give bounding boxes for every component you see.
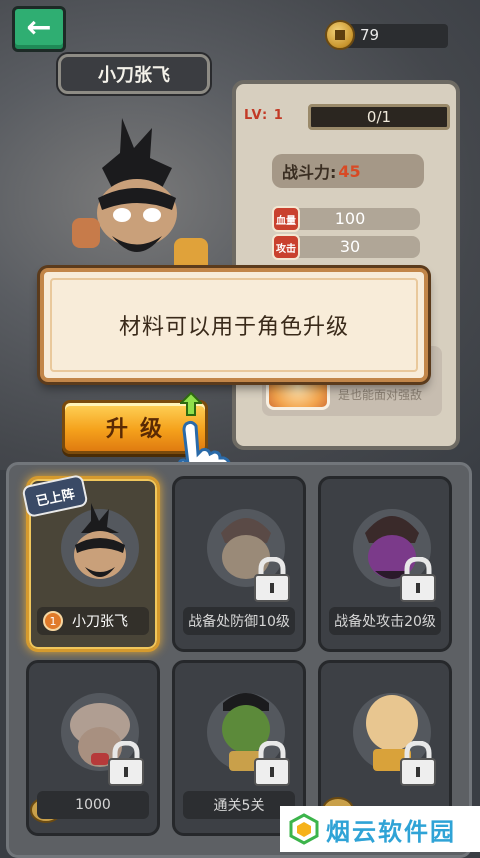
hero-portrait bbox=[72, 118, 208, 278]
lock-icon bbox=[254, 557, 290, 602]
back-button[interactable]: ← bbox=[12, 6, 66, 52]
attack-value: 30 bbox=[339, 237, 361, 256]
level-label: LV: 1 bbox=[244, 108, 284, 123]
watermark-logo-icon bbox=[289, 813, 319, 845]
lock-icon bbox=[108, 741, 144, 786]
hero-name-plate: 小刀张飞 bbox=[58, 54, 210, 94]
hero-card-label: 战备处防御10级 bbox=[183, 607, 295, 635]
power-display: 战斗力: 45 bbox=[272, 154, 424, 188]
lock-icon bbox=[254, 741, 290, 786]
skill-text: 是也能面对强敌 bbox=[338, 388, 423, 402]
watermark: 烟云软件园 bbox=[280, 806, 480, 852]
stats-panel: LV: 1 0/1 战斗力: 45 血量 100 攻击 30 是也能面对强敌 bbox=[232, 80, 460, 450]
up-arrow-icon bbox=[180, 392, 202, 416]
hero-card-label: 通关5关 bbox=[183, 791, 295, 819]
power-label: 战斗力: bbox=[282, 163, 337, 182]
lock-icon bbox=[400, 741, 436, 786]
exp-bar: 0/1 bbox=[308, 104, 450, 130]
hero-card-2[interactable]: 战备处防御10级 bbox=[172, 476, 306, 652]
dialog-message: 材料可以用于角色升级 bbox=[118, 315, 349, 340]
watermark-text: 烟云软件园 bbox=[326, 817, 456, 846]
hero-card-4[interactable]: 钻 1000 bbox=[26, 660, 160, 836]
exp-text: 0/1 bbox=[366, 108, 392, 126]
stat-row-attack: 攻击 30 bbox=[272, 234, 420, 260]
lock-icon bbox=[400, 557, 436, 602]
coin-icon bbox=[325, 20, 355, 50]
back-arrow-icon: ← bbox=[26, 10, 52, 45]
hero-card-3[interactable]: 战备处攻击20级 bbox=[318, 476, 452, 652]
stat-row-hp: 血量 100 bbox=[272, 206, 420, 232]
power-value: 45 bbox=[338, 161, 361, 181]
hero-level-badge: 1 bbox=[43, 611, 63, 631]
hero-card-label: 战备处攻击20级 bbox=[329, 607, 441, 635]
hp-value: 100 bbox=[334, 209, 366, 228]
hero-card-label: 1000 bbox=[37, 791, 149, 819]
hero-face-icon bbox=[74, 503, 126, 579]
coin-value: 79 bbox=[360, 26, 380, 44]
tip-dialog[interactable]: 材料可以用于角色升级 bbox=[40, 268, 428, 382]
